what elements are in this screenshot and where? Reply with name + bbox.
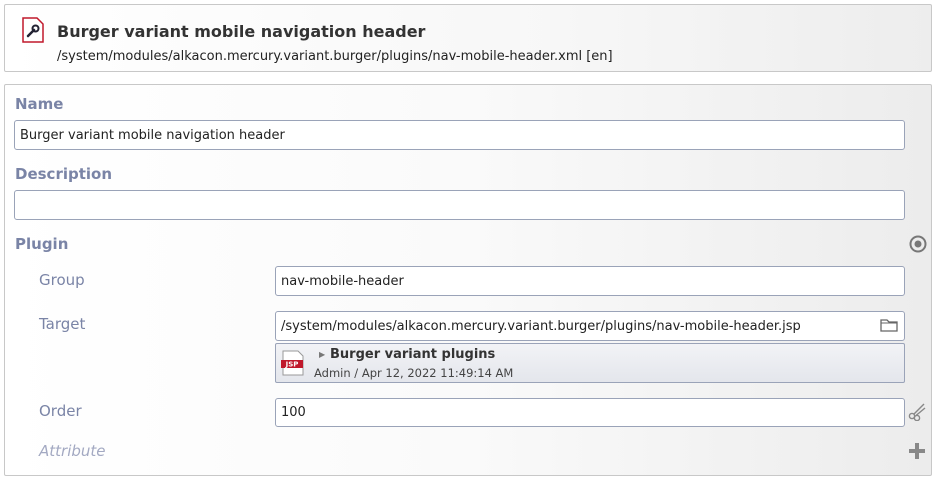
attribute-label: Attribute	[39, 442, 106, 460]
scissors-icon[interactable]	[907, 401, 927, 421]
resource-preview-meta: Admin / Apr 12, 2022 11:49:14 AM	[314, 366, 514, 380]
expand-arrow-icon[interactable]: ▶	[319, 350, 325, 359]
wrench-file-icon	[22, 17, 44, 43]
name-input[interactable]: Burger variant mobile navigation header	[14, 120, 905, 150]
folder-icon[interactable]	[880, 318, 898, 332]
description-label: Description	[15, 165, 113, 183]
resource-path: /system/modules/alkacon.mercury.variant.…	[57, 49, 613, 64]
order-label: Order	[39, 402, 82, 420]
target-circle-icon[interactable]	[909, 235, 927, 253]
group-label: Group	[39, 271, 85, 289]
jsp-file-icon: JSP	[281, 350, 304, 376]
order-input[interactable]: 100	[275, 398, 905, 427]
resource-preview-title: Burger variant plugins	[330, 347, 496, 362]
resource-header: Burger variant mobile navigation header …	[4, 4, 932, 72]
group-input[interactable]: nav-mobile-header	[275, 266, 905, 296]
target-label: Target	[39, 315, 86, 333]
target-input[interactable]: /system/modules/alkacon.mercury.variant.…	[275, 311, 905, 341]
description-input[interactable]	[14, 190, 905, 220]
jsp-badge: JSP	[285, 361, 299, 369]
plus-icon[interactable]	[908, 442, 926, 460]
resource-title: Burger variant mobile navigation header	[57, 22, 426, 41]
target-value: /system/modules/alkacon.mercury.variant.…	[281, 318, 801, 334]
plugin-label: Plugin	[15, 235, 69, 253]
name-label: Name	[15, 95, 64, 113]
resource-preview[interactable]: JSP ▶ Burger variant plugins Admin / Apr…	[275, 343, 905, 383]
